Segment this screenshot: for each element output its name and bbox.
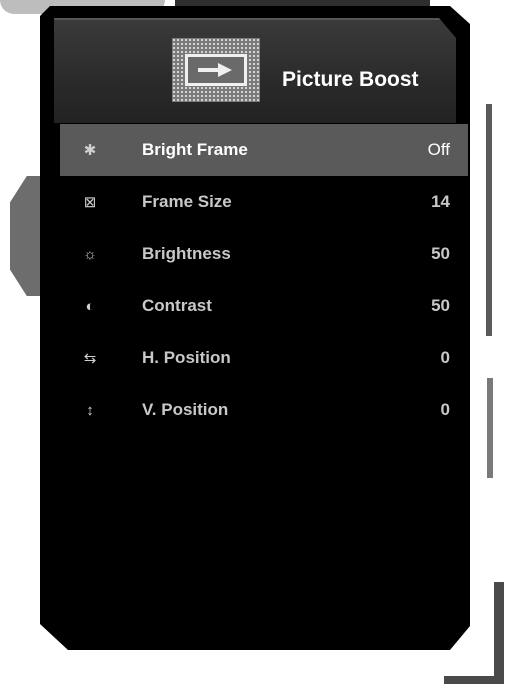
- bezel-corner-right: [494, 582, 504, 684]
- menu-item-value: 50: [431, 296, 450, 315]
- osd-header: Picture Boost: [54, 18, 456, 123]
- menu-item-bright-frame[interactable]: ✱ Bright Frame Off: [60, 124, 468, 176]
- bezel-right-bar: [486, 104, 492, 336]
- frame-size-icon: ⊠: [83, 194, 97, 211]
- menu-item-value: 0: [440, 400, 450, 419]
- menu-item-value: 14: [431, 192, 450, 211]
- h-position-icon: ⇆: [83, 350, 97, 367]
- page-title: Picture Boost: [282, 68, 419, 91]
- menu-item-label: Frame Size: [142, 192, 232, 211]
- menu-item-brightness[interactable]: ☼ Brightness 50: [60, 228, 468, 280]
- menu-item-label: H. Position: [142, 348, 231, 367]
- osd-menu-list: ✱ Bright Frame Off ⊠ Frame Size 14 ☼ Bri…: [60, 124, 468, 436]
- osd-panel: Picture Boost ✱ Bright Frame Off ⊠ Frame…: [40, 6, 470, 650]
- picture-boost-icon: [172, 38, 260, 102]
- contrast-icon: ◐: [85, 297, 95, 315]
- v-position-icon: ↕: [86, 401, 94, 419]
- menu-item-value: 50: [431, 244, 450, 263]
- menu-item-label: Brightness: [142, 244, 231, 263]
- menu-item-label: Contrast: [142, 296, 212, 315]
- menu-item-label: V. Position: [142, 400, 229, 419]
- menu-item-frame-size[interactable]: ⊠ Frame Size 14: [60, 176, 468, 228]
- menu-item-contrast[interactable]: ◐ Contrast 50: [60, 280, 468, 332]
- menu-item-value: 0: [440, 348, 450, 367]
- bright-frame-icon: ✱: [83, 142, 97, 159]
- menu-item-v-position[interactable]: ↕ V. Position 0: [60, 384, 468, 436]
- bezel-right-bar-lower: [487, 378, 493, 478]
- brightness-icon: ☼: [83, 245, 97, 263]
- menu-item-label: Bright Frame: [142, 140, 248, 159]
- menu-item-value: Off: [427, 140, 450, 159]
- menu-item-h-position[interactable]: ⇆ H. Position 0: [60, 332, 468, 384]
